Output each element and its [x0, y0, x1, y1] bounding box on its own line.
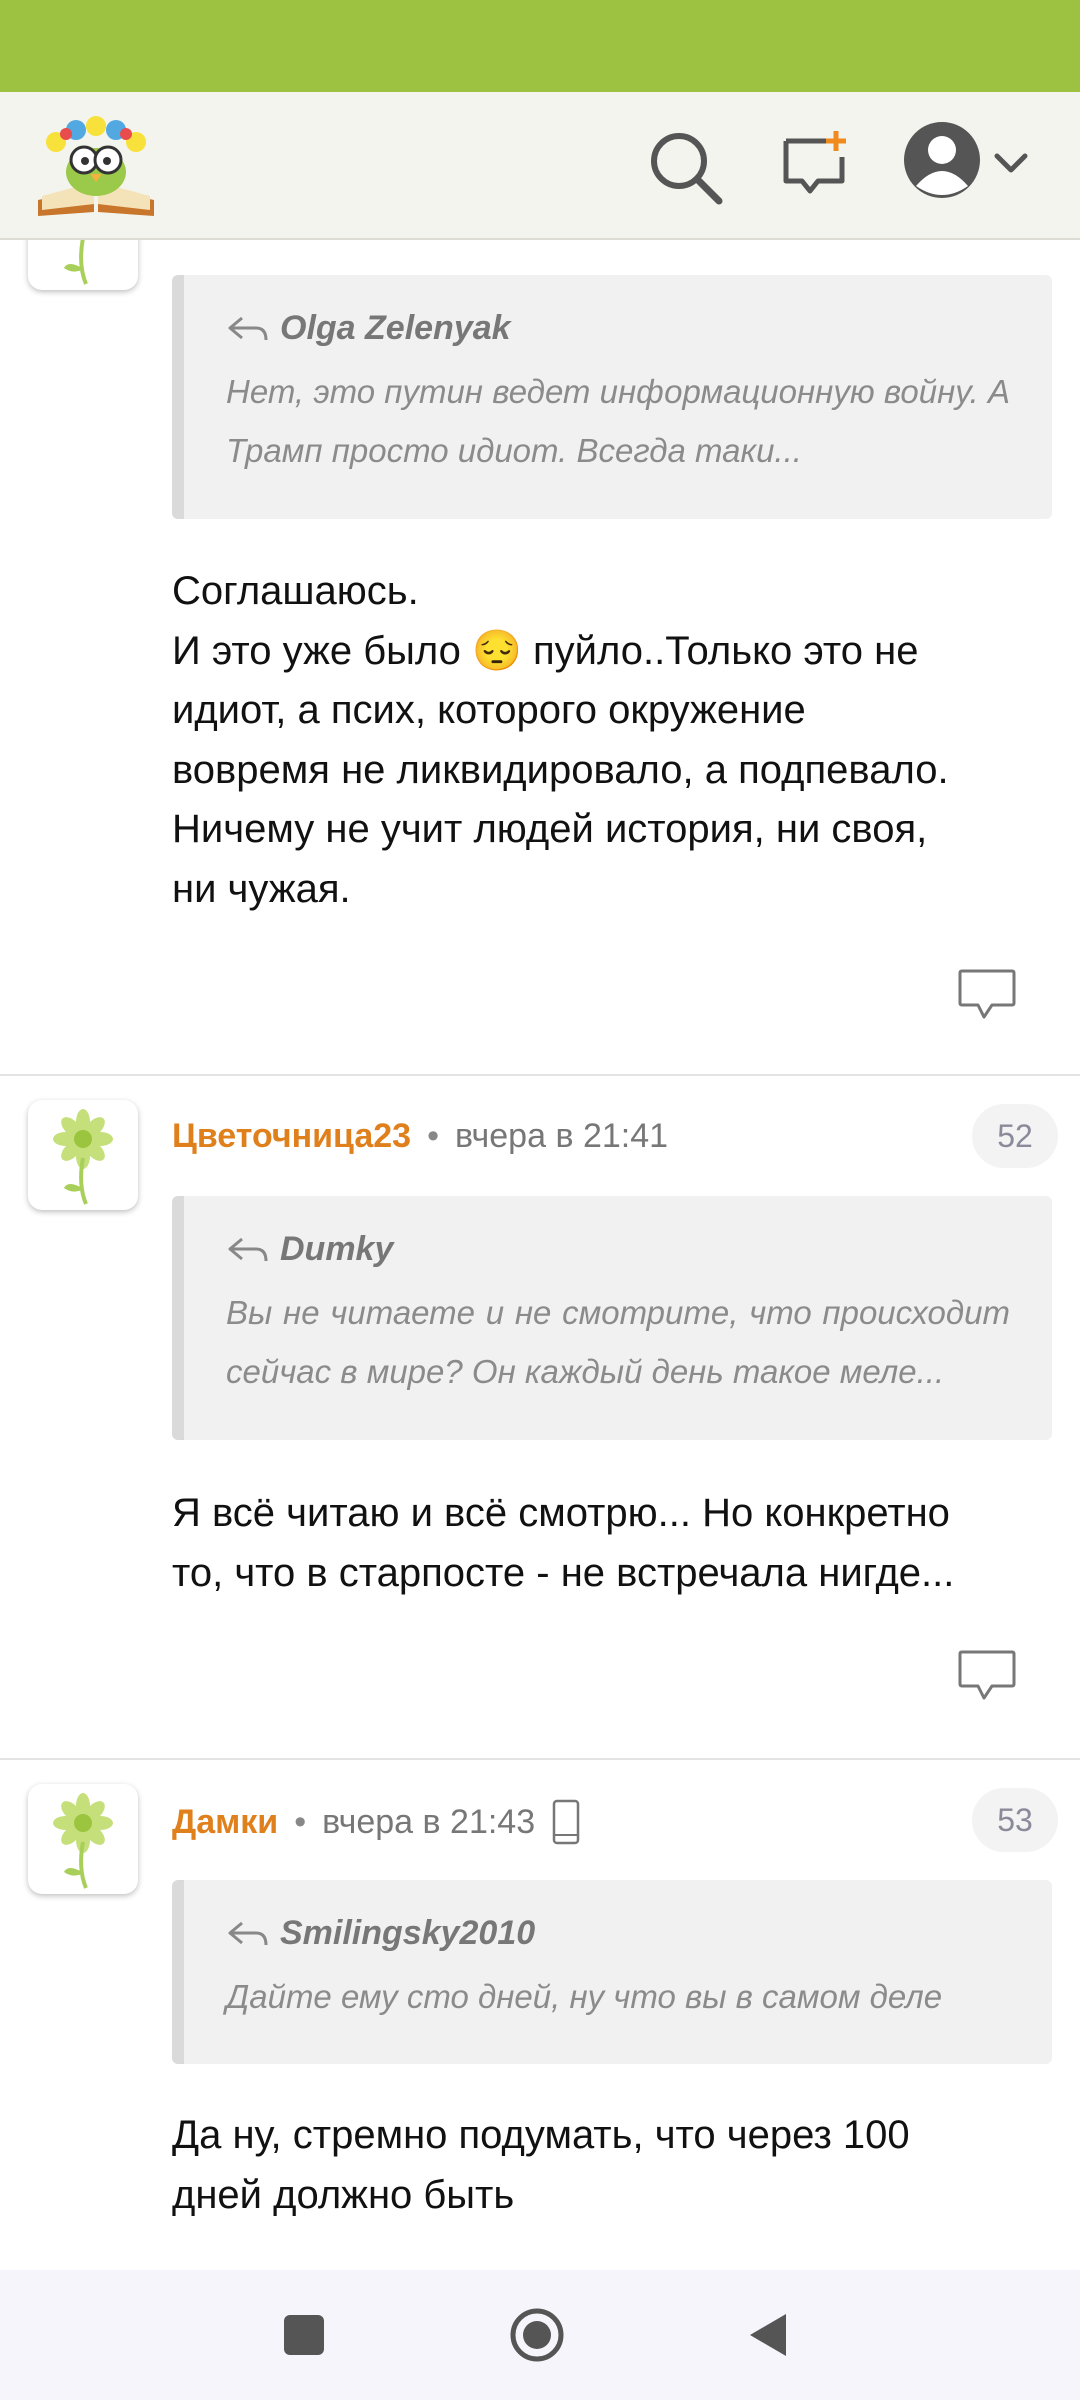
comment-text: Я всё читаю и всё смотрю... Но конкретно… [172, 1491, 955, 1595]
quote-text: Нет, это путин ведет информационную войн… [226, 373, 1010, 469]
quote-author: Smilingsky2010 [280, 1914, 536, 1952]
comments-list: Olga Zelenyak Нет, это путин ведет инфор… [0, 240, 1080, 2270]
reply-button[interactable] [956, 967, 1018, 1023]
timestamp: вчера в 21:43 [322, 1802, 536, 1841]
quote-text: Вы не читаете и не смотрите, что происхо… [226, 1294, 1010, 1390]
mobile-phone-icon [552, 1799, 580, 1845]
reply-quote[interactable]: Olga Zelenyak Нет, это путин ведет инфор… [172, 275, 1052, 519]
triangle-back-icon[interactable] [748, 2312, 788, 2358]
app-header [0, 92, 1080, 240]
divider [0, 1074, 1080, 1076]
status-bar [0, 0, 1080, 92]
square-recent-apps-icon[interactable] [284, 2315, 324, 2355]
chevron-down-icon[interactable] [993, 144, 1029, 180]
separator: • [427, 1116, 440, 1155]
reply-button[interactable] [956, 1648, 1018, 1704]
system-navigation-bar [0, 2270, 1080, 2400]
quote-text: Дайте ему сто дней, ну что вы в самом де… [226, 1978, 943, 2015]
avatar[interactable] [28, 1784, 138, 1894]
emoji: 😔 [472, 628, 522, 673]
reply-arrow-icon [228, 316, 268, 340]
divider [0, 1758, 1080, 1760]
reply-arrow-icon [228, 1237, 268, 1261]
timestamp: вчера в 21:41 [455, 1116, 669, 1155]
author-name[interactable]: Дамки [172, 1803, 278, 1842]
reply-quote[interactable]: Smilingsky2010 Дайте ему сто дней, ну чт… [172, 1880, 1052, 2064]
avatar-icon[interactable] [902, 120, 982, 200]
comment-number: 53 [972, 1788, 1058, 1852]
quote-author: Dumky [280, 1230, 394, 1268]
new-post-icon[interactable] [778, 127, 852, 201]
flower-avatar-icon [53, 1109, 113, 1205]
search-icon[interactable] [645, 127, 725, 207]
site-logo[interactable] [32, 108, 160, 218]
avatar[interactable] [28, 240, 138, 290]
comment-text: Да ну, стремно подумать, что через 100 д… [172, 2113, 910, 2217]
comment-meta: Дамки • вчера в 21:43 [172, 1792, 581, 1852]
reply-quote[interactable]: Dumky Вы не читаете и не смотрите, что п… [172, 1196, 1052, 1440]
avatar[interactable] [28, 1100, 138, 1210]
author-name[interactable]: Цветочница23 [172, 1117, 411, 1156]
comment-text: Соглашаюсь. И это уже было 😔 пуйло..Толь… [172, 569, 949, 911]
flower-avatar-icon [64, 240, 88, 285]
separator: • [294, 1802, 307, 1841]
circle-home-icon[interactable] [509, 2307, 565, 2363]
comment-number: 52 [972, 1104, 1058, 1168]
flower-avatar-icon [53, 1793, 113, 1889]
quote-author: Olga Zelenyak [280, 309, 511, 347]
comment-meta: Цветочница23 • вчера в 21:41 [172, 1106, 668, 1166]
reply-arrow-icon [228, 1921, 268, 1945]
